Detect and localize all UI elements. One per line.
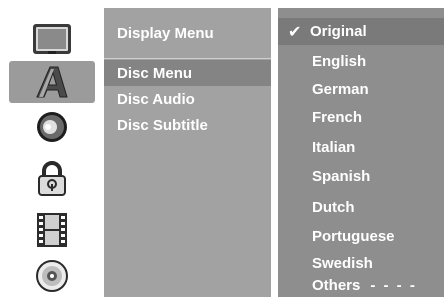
category-film[interactable] [9, 209, 95, 251]
option-dutch[interactable]: Dutch [278, 194, 444, 221]
option-french[interactable]: French [278, 104, 444, 131]
option-german[interactable]: German [278, 76, 444, 103]
disc-icon [36, 260, 68, 292]
checkmark-icon: ✔ [288, 23, 302, 41]
option-others[interactable]: Others - - - - [278, 272, 444, 297]
option-others-value: - - - - [370, 277, 417, 294]
language-a-icon [36, 66, 68, 98]
dvd-setup-screen: Display Menu Disc Menu Disc Audio Disc S… [0, 0, 444, 297]
category-audio[interactable] [9, 106, 95, 148]
options-panel: ✔ Original English German French Italian… [278, 8, 444, 297]
category-display[interactable] [9, 18, 95, 60]
submenu-panel: Display Menu Disc Menu Disc Audio Disc S… [104, 8, 271, 297]
category-lock[interactable] [9, 158, 95, 200]
option-label: Original [310, 23, 367, 40]
category-icon-column [9, 8, 95, 297]
lock-icon [38, 161, 66, 196]
menu-divider [104, 58, 271, 59]
option-portuguese[interactable]: Portuguese [278, 223, 444, 250]
audio-speaker-icon [37, 112, 67, 142]
option-english[interactable]: English [278, 48, 444, 75]
option-italian[interactable]: Italian [278, 134, 444, 161]
option-original[interactable]: ✔ Original [278, 18, 444, 45]
menu-item-disc-menu[interactable]: Disc Menu [104, 60, 271, 86]
option-others-label: Others [312, 277, 361, 294]
menu-item-disc-audio[interactable]: Disc Audio [104, 86, 271, 112]
category-language[interactable] [9, 61, 95, 103]
menu-header[interactable]: Display Menu [104, 8, 271, 58]
menu-item-disc-subtitle[interactable]: Disc Subtitle [104, 112, 271, 138]
display-tv-icon [33, 24, 71, 54]
category-disc[interactable] [9, 255, 95, 297]
option-spanish[interactable]: Spanish [278, 163, 444, 190]
film-icon [37, 213, 67, 247]
